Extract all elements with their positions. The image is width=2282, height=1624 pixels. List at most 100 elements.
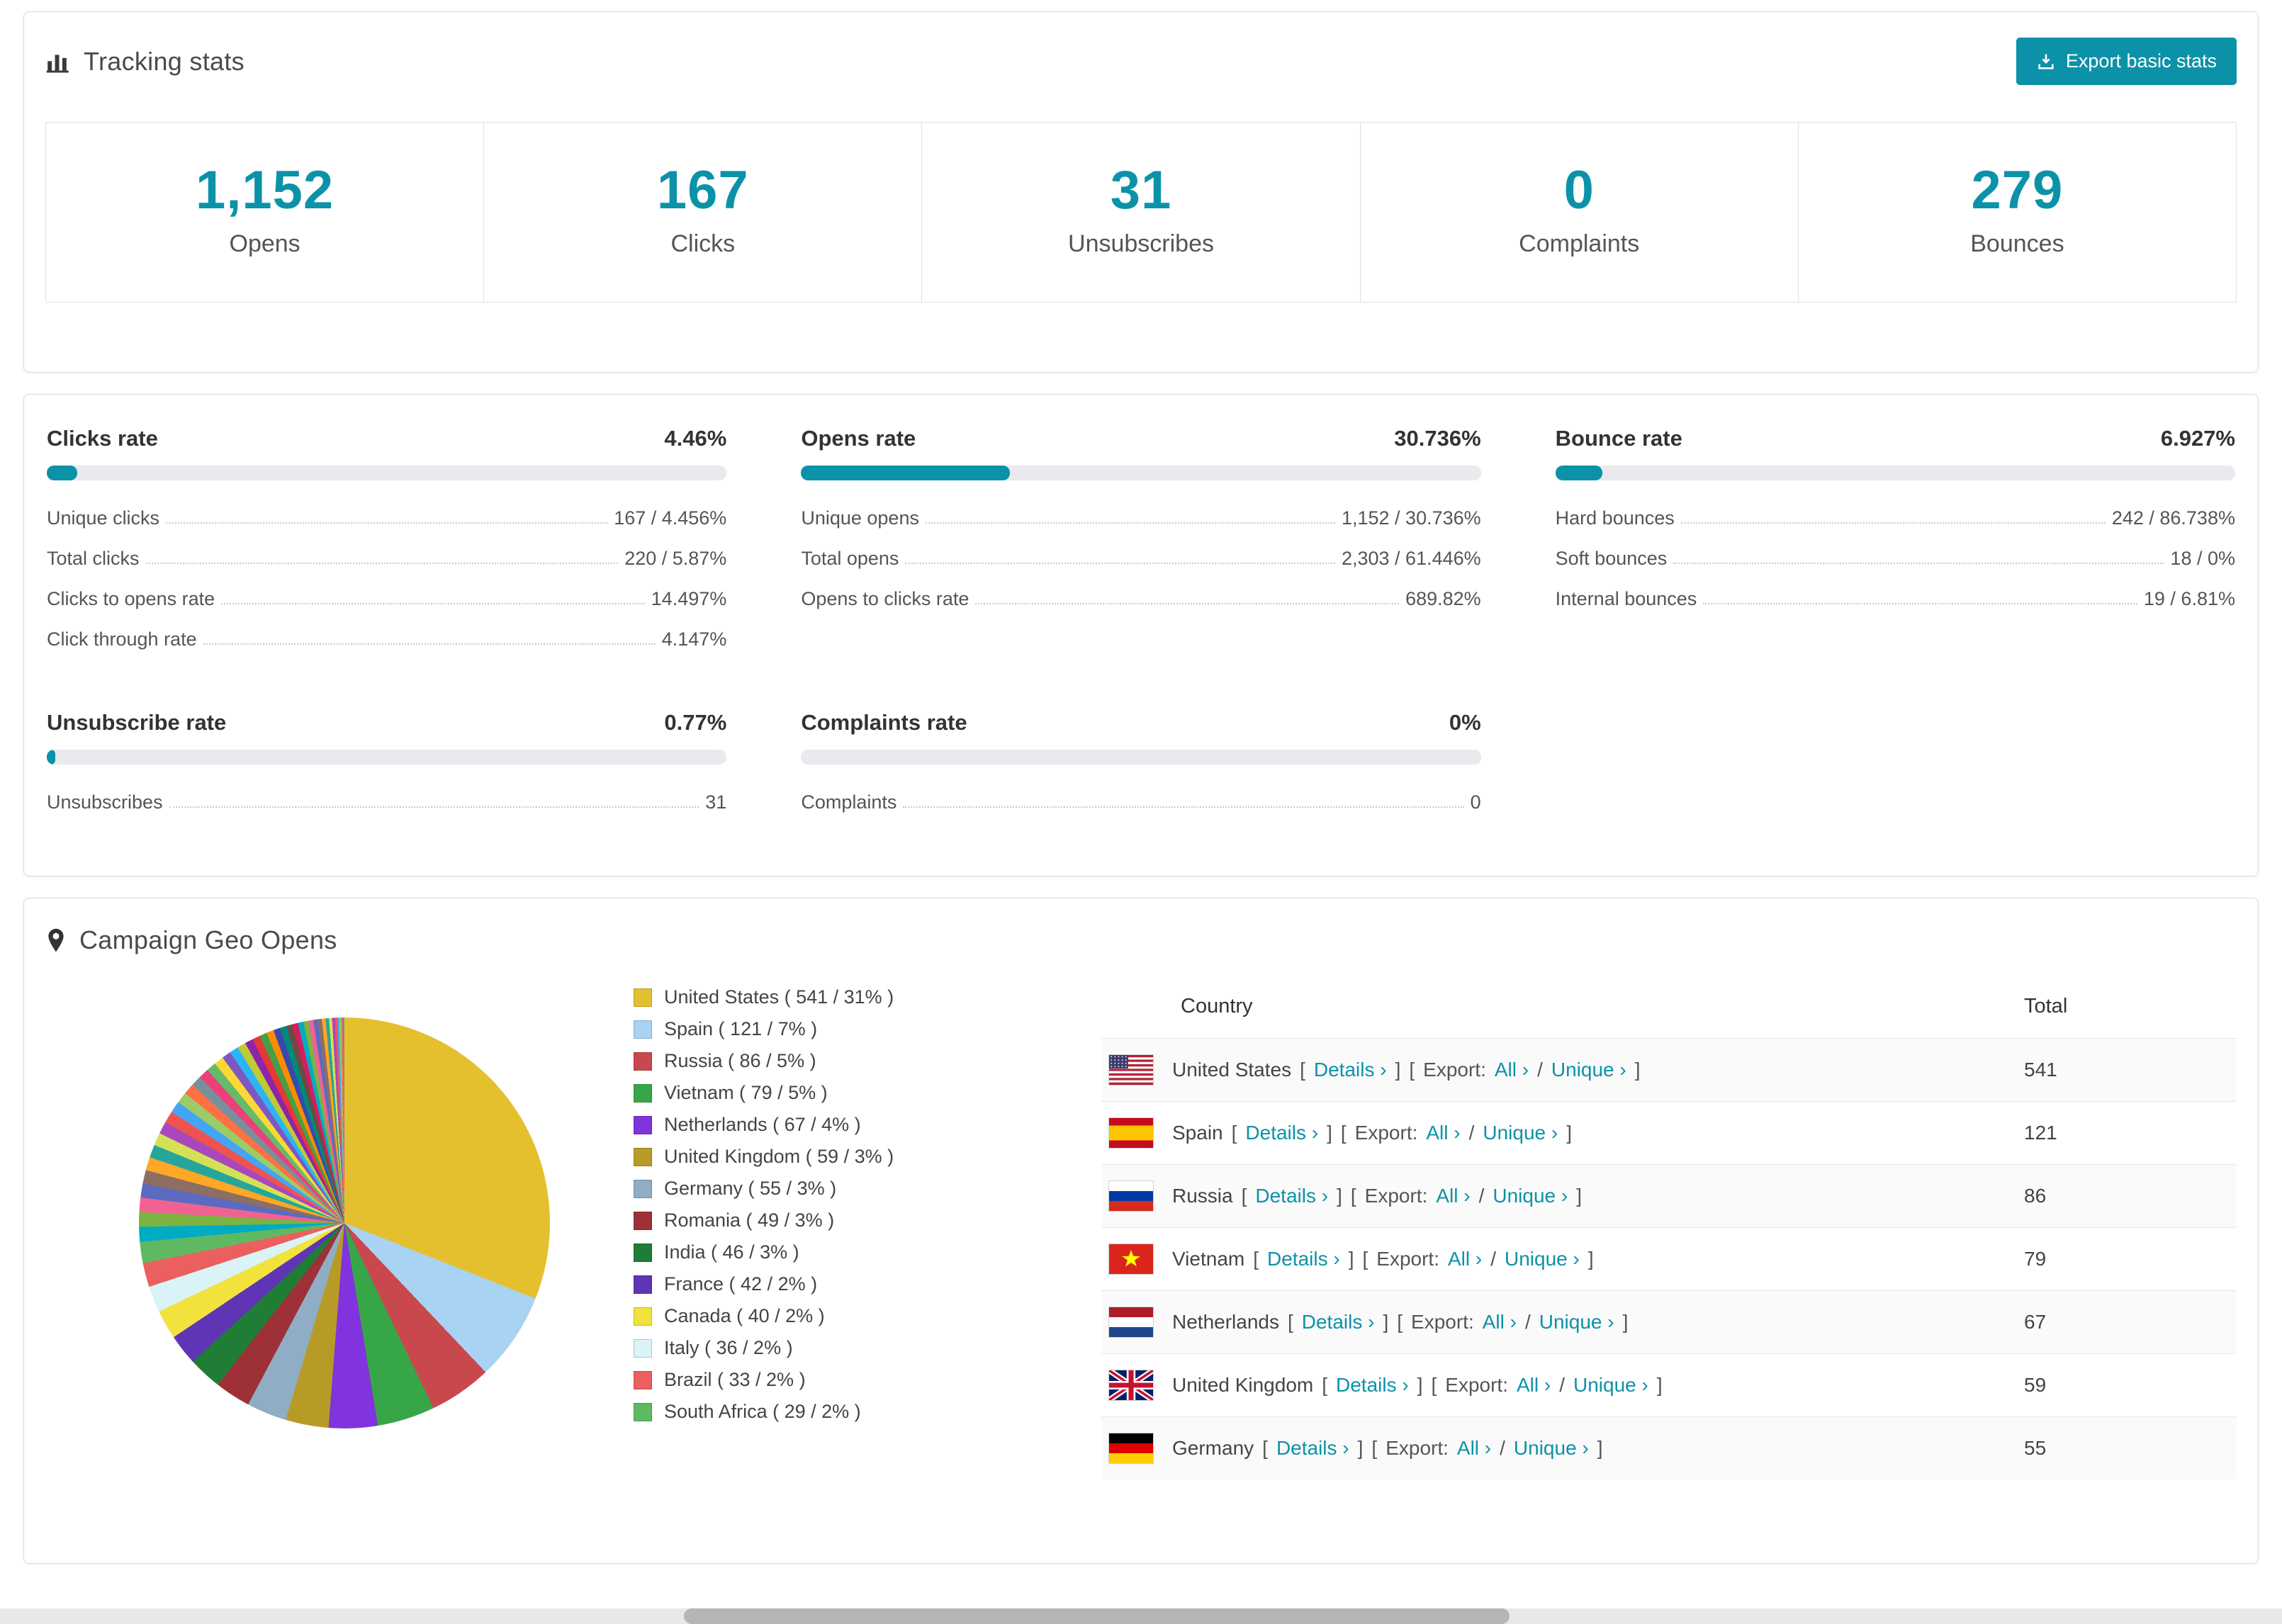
legend-item: United Kingdom ( 59 / 3% )	[634, 1146, 1073, 1168]
details-link[interactable]: Details ›	[1336, 1374, 1409, 1397]
rate-progress-fill	[47, 466, 77, 480]
rate-detail-value: 14.497%	[651, 588, 727, 609]
stat-box-complaints: 0 Complaints	[1359, 122, 1799, 303]
export-all-link[interactable]: All ›	[1457, 1437, 1491, 1460]
rate-panel-unsubscribe: Unsubscribe rate 0.77% Unsubscribes 31	[47, 710, 727, 822]
rate-detail-label: Unique opens	[801, 507, 919, 529]
slash: /	[1490, 1248, 1496, 1270]
rate-value: 0%	[1449, 710, 1481, 735]
horizontal-scrollbar[interactable]	[0, 1608, 2282, 1624]
details-link[interactable]: Details ›	[1245, 1122, 1318, 1144]
export-all-link[interactable]: All ›	[1448, 1248, 1482, 1270]
slash: /	[1478, 1185, 1485, 1207]
bracket: ]	[1597, 1437, 1603, 1459]
geo-table-wrap: Country Total United States [Details ›] …	[1101, 976, 2237, 1479]
export-label: Export:	[1445, 1374, 1508, 1396]
bracket: ]	[1566, 1122, 1573, 1144]
country-name: Germany	[1172, 1437, 1254, 1459]
rate-progress-bar	[801, 466, 1481, 480]
geo-table-row: Vietnam [Details ›] [Export: All › / Uni…	[1101, 1227, 2237, 1291]
export-unique-link[interactable]: Unique ›	[1551, 1059, 1626, 1081]
export-label: Export:	[1364, 1185, 1428, 1207]
export-all-link[interactable]: All ›	[1426, 1122, 1460, 1144]
stat-value: 167	[656, 160, 749, 220]
export-unique-link[interactable]: Unique ›	[1573, 1374, 1648, 1397]
rate-detail-value: 18 / 0%	[2170, 548, 2235, 569]
rate-detail-label: Total opens	[801, 548, 899, 569]
geo-opens-table: Country Total United States [Details ›] …	[1101, 976, 2237, 1479]
bracket: ]	[1395, 1059, 1401, 1081]
legend-swatch	[634, 1275, 652, 1294]
slash: /	[1524, 1311, 1531, 1333]
rate-detail-label: Hard bounces	[1555, 507, 1675, 529]
rate-detail-row: Unsubscribes 31	[47, 782, 726, 822]
export-all-link[interactable]: All ›	[1483, 1311, 1517, 1333]
export-label: Export:	[1423, 1059, 1486, 1081]
export-unique-link[interactable]: Unique ›	[1505, 1248, 1580, 1270]
legend-label: Vietnam ( 79 / 5% )	[664, 1082, 828, 1103]
rate-detail-label: Clicks to opens rate	[47, 588, 215, 609]
geo-opens-pie-chart	[139, 1017, 550, 1428]
rates-grid: Clicks rate 4.46% Unique clicks 167 / 4.…	[47, 426, 2235, 822]
rate-detail-row: Opens to clicks rate 689.82%	[801, 578, 1480, 619]
legend-swatch	[634, 1370, 652, 1389]
dotted-leader	[905, 563, 1335, 564]
scrollbar-thumb[interactable]	[684, 1608, 1510, 1624]
legend-label: Germany ( 55 / 3% )	[664, 1178, 837, 1199]
country-total: 86	[2017, 1164, 2237, 1228]
rate-detail-value: 0	[1470, 791, 1481, 813]
export-all-link[interactable]: All ›	[1495, 1059, 1529, 1081]
details-link[interactable]: Details ›	[1276, 1437, 1349, 1460]
rate-detail-row: Complaints 0	[801, 782, 1480, 822]
stat-label: Unsubscribes	[1068, 230, 1214, 257]
rate-detail-label: Complaints	[801, 791, 897, 813]
flag-vn	[1108, 1244, 1154, 1275]
legend-label: Italy ( 36 / 2% )	[664, 1337, 793, 1358]
country-name: Russia	[1172, 1185, 1233, 1207]
export-unique-link[interactable]: Unique ›	[1493, 1185, 1568, 1207]
rate-detail-value: 242 / 86.738%	[2111, 507, 2235, 529]
legend-item: United States ( 541 / 31% )	[634, 986, 1073, 1008]
rate-detail-value: 2,303 / 61.446%	[1341, 548, 1481, 569]
export-all-link[interactable]: All ›	[1517, 1374, 1551, 1397]
rate-panel-clicks: Clicks rate 4.46% Unique clicks 167 / 4.…	[47, 426, 727, 659]
bracket: [	[1340, 1122, 1347, 1144]
geo-table-row: Germany [Details ›] [Export: All › / Uni…	[1101, 1416, 2237, 1479]
legend-swatch	[634, 1307, 652, 1326]
dotted-leader	[145, 563, 619, 564]
rate-title: Bounce rate	[1555, 426, 1682, 451]
rate-detail-label: Unique clicks	[47, 507, 160, 529]
export-all-link[interactable]: All ›	[1436, 1185, 1470, 1207]
geo-body: United States ( 541 / 31% ) Spain ( 121 …	[45, 976, 2237, 1479]
rate-detail-value: 4.147%	[661, 628, 727, 650]
legend-item: Brazil ( 33 / 2% )	[634, 1369, 1073, 1391]
export-label: Export:	[1411, 1311, 1474, 1333]
bracket: ]	[1327, 1122, 1332, 1144]
bracket: [	[1362, 1248, 1368, 1270]
details-link[interactable]: Details ›	[1255, 1185, 1328, 1207]
stat-box-unsubscribes: 31 Unsubscribes	[921, 122, 1361, 303]
rate-detail-row: Clicks to opens rate 14.497%	[47, 578, 726, 619]
export-unique-link[interactable]: Unique ›	[1539, 1311, 1614, 1333]
export-unique-link[interactable]: Unique ›	[1483, 1122, 1558, 1144]
rate-detail-label: Soft bounces	[1555, 548, 1668, 569]
legend-item: France ( 42 / 2% )	[634, 1273, 1073, 1295]
legend-item: Canada ( 40 / 2% )	[634, 1305, 1073, 1327]
country-total: 79	[2017, 1227, 2237, 1291]
details-link[interactable]: Details ›	[1267, 1248, 1340, 1270]
legend-label: Romania ( 49 / 3% )	[664, 1209, 835, 1231]
country-name: Netherlands	[1172, 1311, 1279, 1333]
legend-label: Brazil ( 33 / 2% )	[664, 1369, 806, 1390]
export-basic-stats-button[interactable]: Export basic stats	[2016, 38, 2237, 85]
legend-swatch	[634, 1402, 652, 1421]
rate-value: 6.927%	[2160, 426, 2235, 451]
rate-detail-row: Total clicks 220 / 5.87%	[47, 538, 726, 578]
legend-item: Russia ( 86 / 5% )	[634, 1050, 1073, 1072]
rate-detail-label: Unsubscribes	[47, 791, 163, 813]
export-unique-link[interactable]: Unique ›	[1514, 1437, 1589, 1460]
details-link[interactable]: Details ›	[1302, 1311, 1375, 1333]
details-link[interactable]: Details ›	[1314, 1059, 1387, 1081]
country-name: United States	[1172, 1059, 1292, 1081]
flag-us	[1108, 1054, 1154, 1086]
stat-box-bounces: 279 Bounces	[1797, 122, 2237, 303]
